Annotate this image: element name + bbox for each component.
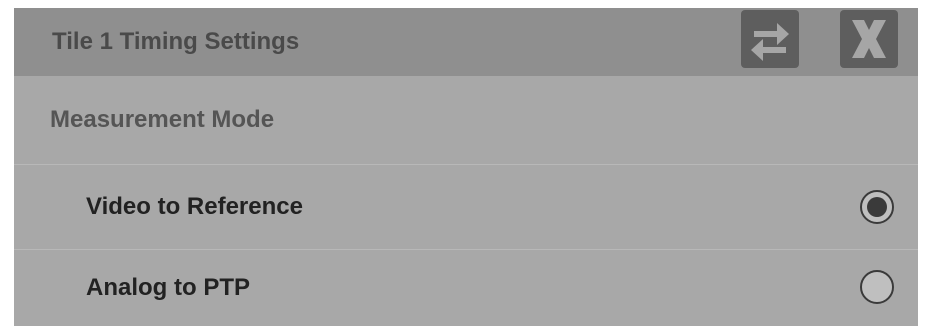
swap-button[interactable] <box>741 10 799 68</box>
option-label: Video to Reference <box>86 193 303 220</box>
dialog-title: Tile 1 Timing Settings <box>52 28 300 55</box>
radio-dot <box>867 197 887 217</box>
option-analog-to-ptp[interactable]: Analog to PTP <box>14 250 918 326</box>
option-video-to-reference[interactable]: Video to Reference <box>14 165 918 250</box>
timing-settings-dialog: Tile 1 Timing Settings Measurement Mode … <box>14 8 918 326</box>
radio-button[interactable] <box>860 270 894 304</box>
section-label: Measurement Mode <box>50 106 275 133</box>
radio-button-selected[interactable] <box>860 190 894 224</box>
measurement-mode-section: Measurement Mode <box>14 76 918 165</box>
close-button[interactable] <box>840 10 898 68</box>
swap-arrows-icon <box>751 23 789 61</box>
dialog-titlebar: Tile 1 Timing Settings <box>14 8 918 76</box>
close-x-icon <box>852 20 886 58</box>
option-label: Analog to PTP <box>86 274 250 301</box>
